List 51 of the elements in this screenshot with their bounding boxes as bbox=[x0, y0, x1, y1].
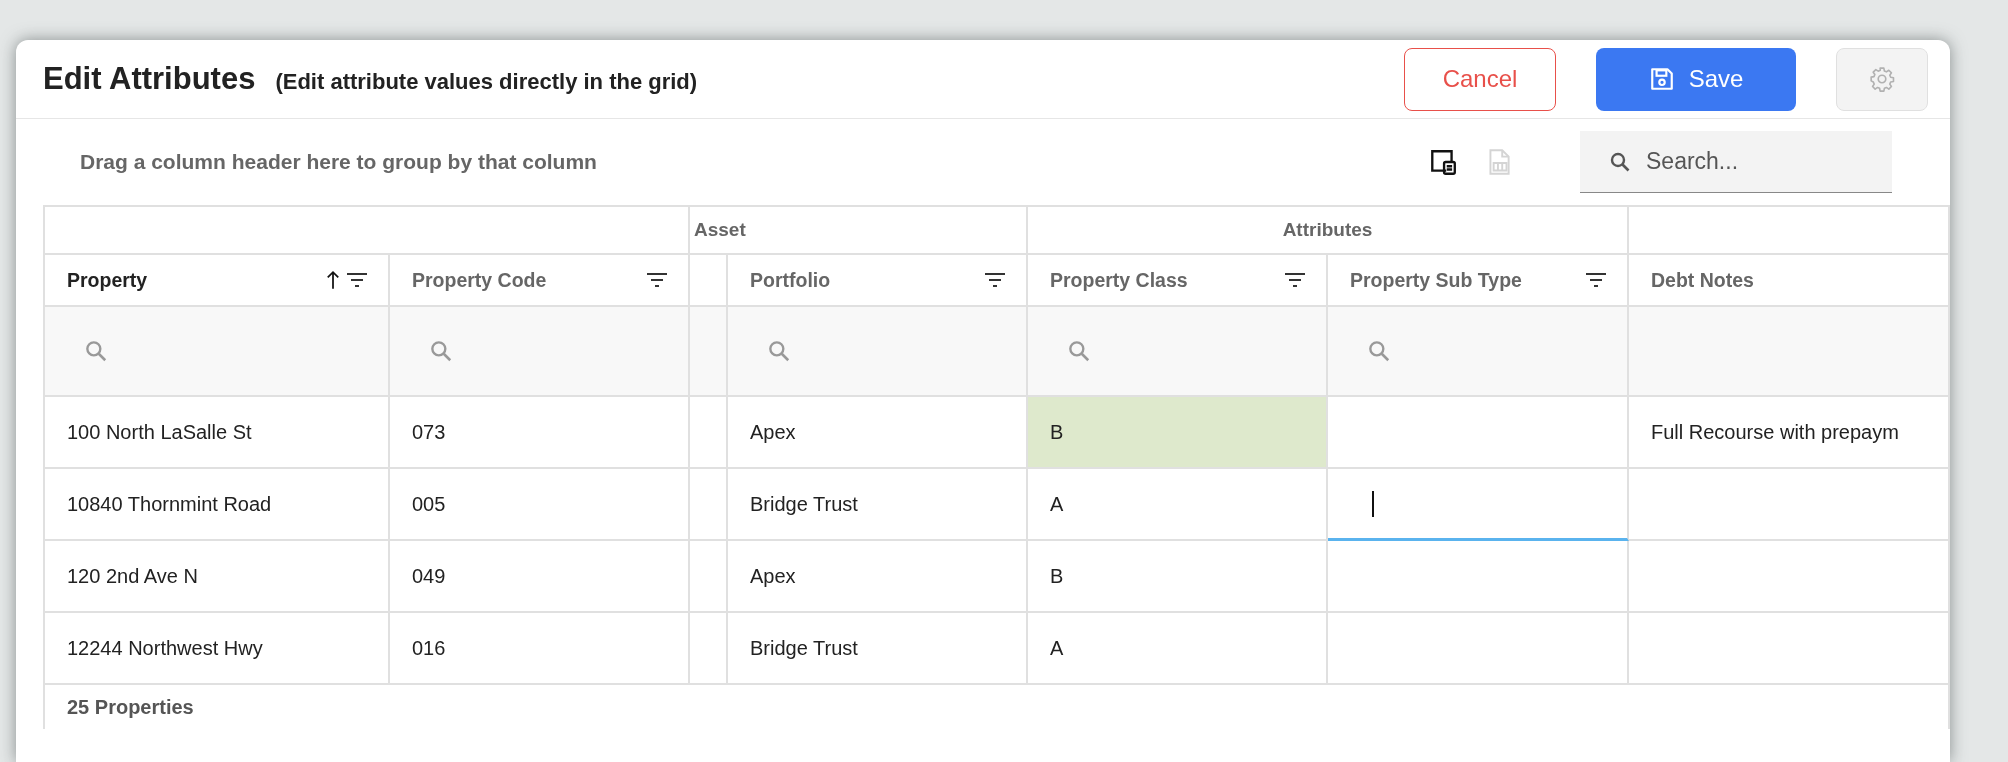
table-cell[interactable]: 073 bbox=[390, 397, 690, 469]
search-icon[interactable] bbox=[83, 338, 109, 364]
dialog-title: Edit Attributes bbox=[43, 61, 256, 97]
search-icon[interactable] bbox=[1366, 338, 1392, 364]
spacer-cell bbox=[690, 469, 728, 541]
spacer-cell bbox=[690, 613, 728, 685]
table-cell[interactable] bbox=[1328, 613, 1629, 685]
table-cell[interactable] bbox=[1629, 469, 1950, 541]
table-cell[interactable] bbox=[1328, 541, 1629, 613]
spacer-cell bbox=[690, 397, 728, 469]
table-cell[interactable]: 120 2nd Ave N bbox=[45, 541, 390, 613]
column-group-header: Attributes bbox=[1028, 207, 1629, 255]
table-cell[interactable]: Bridge Trust bbox=[728, 469, 1028, 541]
filter-icon[interactable] bbox=[1284, 272, 1306, 288]
column-chooser-icon[interactable] bbox=[1428, 147, 1458, 177]
table-cell[interactable]: 12244 Northwest Hwy bbox=[45, 613, 390, 685]
search-icon bbox=[1608, 150, 1632, 174]
dialog-subtitle: (Edit attribute values directly in the grid) bbox=[275, 69, 698, 95]
search-field[interactable]: Search... bbox=[1580, 131, 1892, 193]
filter-icon[interactable] bbox=[1585, 272, 1607, 288]
table-cell[interactable]: 10840 Thornmint Road bbox=[45, 469, 390, 541]
table-cell[interactable]: Bridge Trust bbox=[728, 613, 1028, 685]
table-cell[interactable] bbox=[1328, 397, 1629, 469]
search-icon[interactable] bbox=[766, 338, 792, 364]
table-cell[interactable]: 016 bbox=[390, 613, 690, 685]
column-group-header: Asset bbox=[690, 207, 1028, 255]
search-icon[interactable] bbox=[1066, 338, 1092, 364]
table-cell[interactable]: 005 bbox=[390, 469, 690, 541]
text-cursor bbox=[1372, 490, 1374, 517]
table-cell[interactable]: Full Recourse with prepaym bbox=[1629, 397, 1950, 469]
sort-ascending-icon bbox=[326, 269, 340, 291]
table-cell[interactable]: B bbox=[1028, 397, 1328, 469]
filter-icon[interactable] bbox=[646, 272, 668, 288]
save-button[interactable]: Save bbox=[1596, 47, 1796, 111]
filter-icon[interactable] bbox=[984, 272, 1006, 288]
cancel-button[interactable]: Cancel bbox=[1404, 47, 1556, 111]
table-cell[interactable]: Apex bbox=[728, 541, 1028, 613]
table-cell[interactable]: A bbox=[1028, 613, 1328, 685]
filter-icon[interactable] bbox=[346, 272, 368, 288]
search-icon[interactable] bbox=[428, 338, 454, 364]
settings-icon bbox=[1869, 66, 1895, 92]
table-cell[interactable]: 049 bbox=[390, 541, 690, 613]
table-cell[interactable]: A bbox=[1028, 469, 1328, 541]
group-by-hint: Drag a column header here to group by that column bbox=[80, 150, 597, 174]
row-count: 25 Properties bbox=[67, 695, 194, 719]
table-cell[interactable] bbox=[1629, 613, 1950, 685]
table-cell[interactable] bbox=[1328, 469, 1629, 541]
table-cell[interactable] bbox=[1629, 541, 1950, 613]
table-cell[interactable]: 100 North LaSalle St bbox=[45, 397, 390, 469]
table-cell[interactable]: B bbox=[1028, 541, 1328, 613]
spacer-cell bbox=[690, 541, 728, 613]
